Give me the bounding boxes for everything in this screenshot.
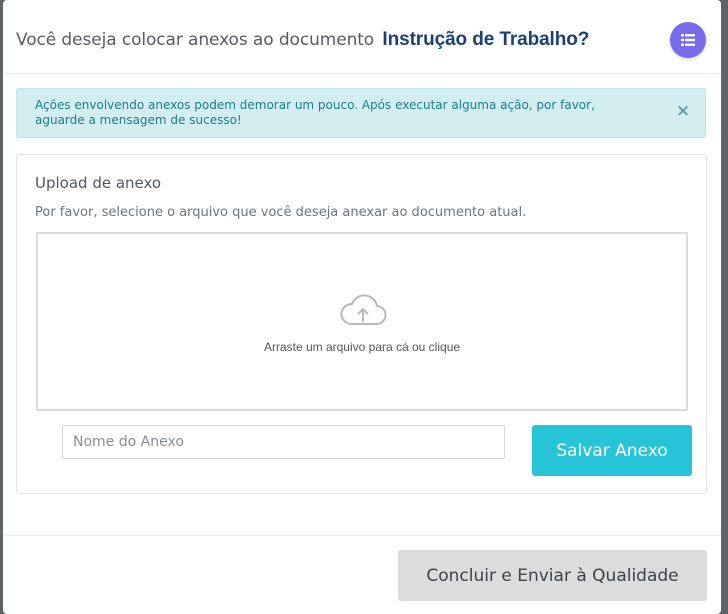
modal-title: Você deseja colocar anexos ao documento … [16, 29, 589, 51]
file-dropzone[interactable]: Arraste um arquivo para cá ou clique [36, 232, 688, 411]
submit-to-quality-button[interactable]: Concluir e Enviar à Qualidade [398, 550, 707, 601]
upload-card: Upload de anexo Por favor, selecione o a… [16, 154, 707, 494]
list-icon [681, 34, 695, 46]
cloud-upload-icon [340, 294, 387, 326]
modal-footer: Concluir e Enviar à Qualidade [3, 535, 721, 614]
dropzone-text: Arraste um arquivo para cá ou clique [263, 340, 461, 354]
info-alert: Ações envolvendo anexos podem demorar um… [16, 88, 706, 138]
modal-header: Você deseja colocar anexos ao documento … [3, 0, 721, 74]
alert-close-button[interactable]: × [673, 101, 693, 121]
modal-title-prefix: Você deseja colocar anexos ao documento [16, 30, 375, 50]
document-name: Instrução de Trabalho? [382, 29, 590, 50]
upload-description: Por favor, selecione o arquivo que você … [35, 205, 527, 220]
list-button[interactable] [670, 22, 706, 58]
upload-title: Upload de anexo [35, 174, 162, 192]
attachments-modal: Você deseja colocar anexos ao documento … [3, 0, 721, 614]
attachment-name-input[interactable] [62, 425, 505, 459]
save-attachment-button[interactable]: Salvar Anexo [532, 425, 692, 476]
alert-message: Ações envolvendo anexos podem demorar um… [35, 98, 595, 127]
